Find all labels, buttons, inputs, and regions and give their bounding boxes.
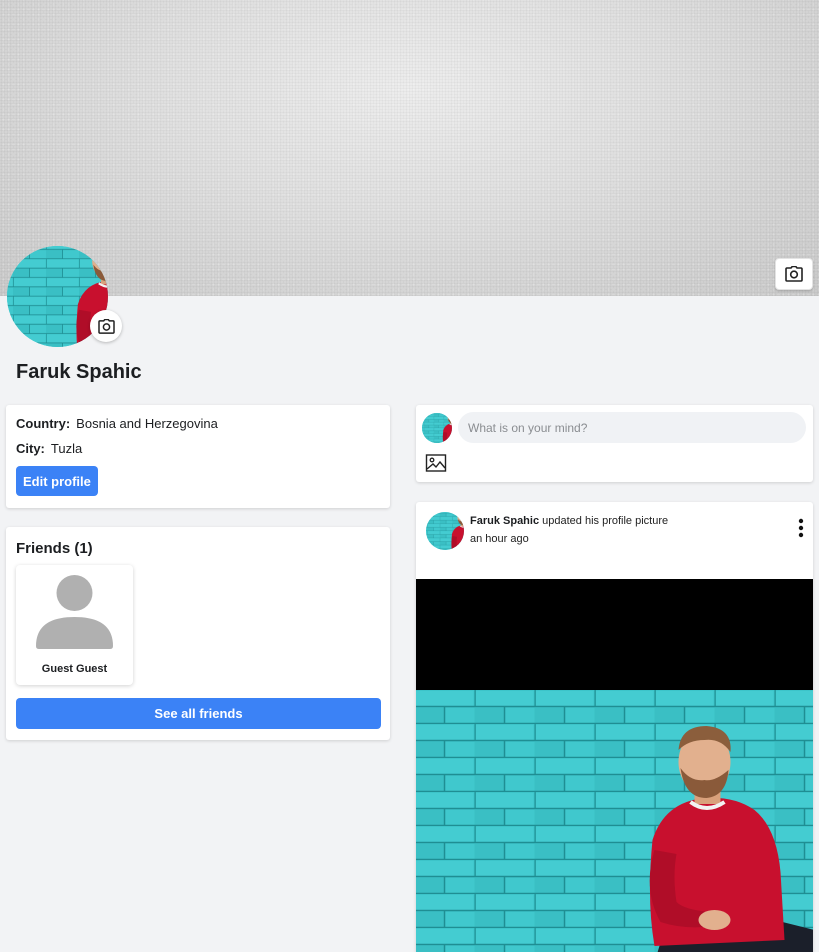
friend-tile[interactable]: Guest Guest [16,565,133,685]
post-media-letterbox [416,579,813,690]
camera-icon [785,266,803,282]
see-all-friends-button[interactable]: See all friends [16,698,381,729]
country-row: Country: Bosnia and Herzegovina [16,416,380,432]
post-header: Faruk Spahic updated his profile picture [470,514,668,528]
post-image[interactable] [416,690,813,952]
profile-info-card: Country: Bosnia and Herzegovina City: Tuzl… [6,405,390,508]
post-action: updated his profile picture [542,515,669,527]
image-icon [425,454,447,472]
country-value: Bosnia and Herzegovina [76,416,218,431]
city-label: City: [16,441,45,456]
more-vertical-icon [798,518,804,538]
change-cover-button[interactable] [775,258,813,290]
composer-input[interactable] [458,412,806,443]
country-label: Country: [16,416,71,431]
city-row: City: Tuzla [16,441,380,457]
post-composer [416,405,813,482]
camera-icon [97,318,115,334]
friends-title: Friends (1) [16,540,93,557]
post-author-avatar[interactable] [426,512,464,550]
profile-name: Faruk Spahic [16,361,142,383]
add-image-button[interactable] [425,453,447,473]
friend-name: Guest Guest [41,663,108,675]
composer-avatar [422,413,452,443]
edit-profile-button[interactable]: Edit profile [16,466,98,496]
city-value: Tuzla [50,441,83,456]
friends-card: Friends (1) Guest Guest See all friends [6,527,390,740]
post-menu-button[interactable] [795,518,807,538]
change-avatar-button[interactable] [90,310,122,342]
post-time: an hour ago [470,533,529,545]
user-silhouette-icon [36,575,113,649]
post-card: Faruk Spahic updated his profile picture… [416,502,813,952]
post-author[interactable]: Faruk Spahic [470,515,539,527]
cover-photo [0,0,819,296]
